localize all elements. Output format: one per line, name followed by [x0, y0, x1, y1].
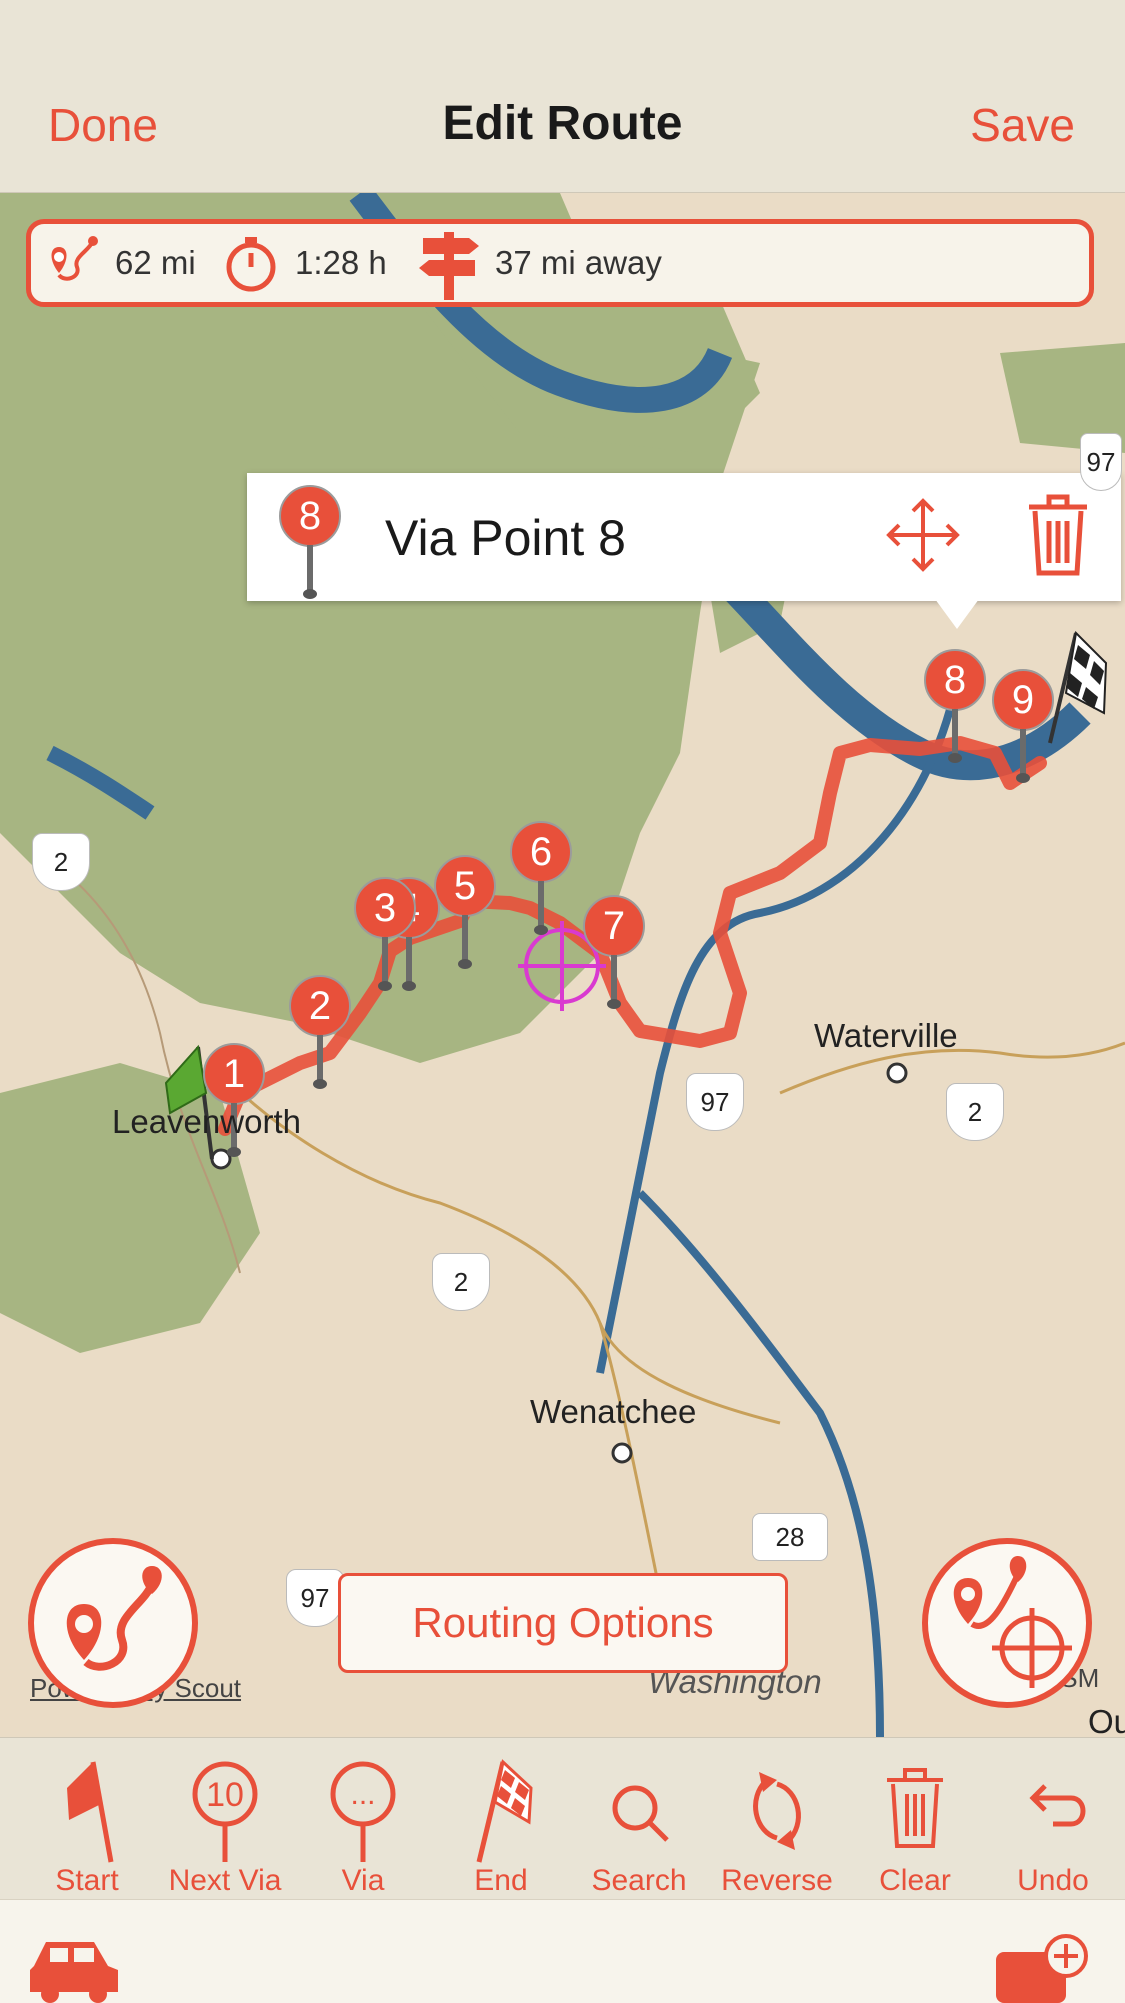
bottom-tab-bar: [0, 1899, 1125, 2003]
undo-tool-button[interactable]: Undo: [988, 1738, 1118, 1900]
distance-stat: 62 mi: [45, 224, 196, 302]
add-photo-icon[interactable]: [990, 1926, 1090, 2003]
search-tool-button[interactable]: Search: [574, 1738, 704, 1900]
via-point-label: Via Point 8: [385, 510, 626, 566]
duration-value: 1:28 h: [295, 244, 387, 281]
via-pin-5[interactable]: 5: [434, 855, 496, 975]
label-waterville: Waterville: [814, 1017, 958, 1054]
car-icon[interactable]: [24, 1926, 124, 2003]
move-icon[interactable]: [883, 495, 963, 575]
us-route-2-shield: 2: [32, 833, 90, 891]
route-crosshair-icon: [953, 1556, 1072, 1688]
label-leavenworth: Leavenworth: [112, 1103, 301, 1140]
map-view[interactable]: 62 mi 1:28 h 37 mi away 8 Via Point 8 1 …: [0, 193, 1125, 1737]
route-stats-bar: 62 mi 1:28 h 37 mi away: [26, 219, 1094, 307]
via-pin-7[interactable]: 7: [583, 895, 645, 1015]
via-pin-8[interactable]: 8: [924, 649, 986, 769]
routing-options-button[interactable]: Routing Options: [338, 1573, 788, 1673]
label-wenatchee: Wenatchee: [530, 1393, 697, 1430]
away-stat: 37 mi away: [417, 224, 662, 302]
us-route-97-shield: 97: [686, 1073, 744, 1131]
label-edge-town: Ou: [1088, 1703, 1125, 1737]
reverse-arrows-icon: [753, 1772, 801, 1850]
trash-icon: [887, 1768, 943, 1848]
next-via-pin-icon: 10: [192, 1761, 258, 1862]
away-value: 37 mi away: [495, 244, 662, 281]
navigation-bar: Done Edit Route Save: [0, 0, 1125, 193]
svg-text:...: ...: [350, 1778, 375, 1811]
callout-pin: 8: [279, 485, 341, 605]
next-via-tool-button[interactable]: 10 Next Via: [160, 1738, 290, 1900]
trash-icon[interactable]: [1025, 493, 1091, 577]
stopwatch-icon: [226, 237, 276, 292]
search-icon: [612, 1785, 669, 1842]
distance-value: 62 mi: [115, 244, 196, 281]
route-distance-icon: [51, 236, 98, 281]
svg-text:10: 10: [206, 1776, 244, 1814]
start-tool-button[interactable]: Start: [22, 1738, 152, 1900]
via-pin-6[interactable]: 6: [510, 821, 572, 941]
us-route-97-shield: 97: [286, 1569, 344, 1627]
save-button[interactable]: Save: [970, 98, 1075, 152]
route-icon: [66, 1566, 162, 1671]
via-pin-icon: ...: [330, 1761, 396, 1862]
checkered-flag-icon: [476, 1759, 533, 1863]
route-overview-button[interactable]: [28, 1538, 198, 1708]
reverse-tool-button[interactable]: Reverse: [712, 1738, 842, 1900]
page-title: Edit Route: [442, 97, 683, 150]
add-via-at-crosshair-button[interactable]: [922, 1538, 1092, 1708]
map-base: [0, 193, 1125, 1737]
end-tool-button[interactable]: End: [436, 1738, 566, 1900]
duration-stat: 1:28 h: [221, 224, 387, 302]
via-pin-2[interactable]: 2: [289, 975, 351, 1095]
us-route-2-shield: 2: [432, 1253, 490, 1311]
signpost-icon: [419, 232, 479, 300]
us-route-97-shield: 97: [1080, 433, 1122, 491]
start-flag-icon: [67, 1761, 114, 1863]
clear-tool-button[interactable]: Clear: [850, 1738, 980, 1900]
via-pin-9[interactable]: 9: [992, 669, 1054, 789]
state-route-28-shield: 28: [752, 1513, 828, 1561]
via-pin-3[interactable]: 3: [354, 877, 416, 997]
via-point-callout[interactable]: 8 Via Point 8: [247, 473, 1121, 629]
us-route-2-shield: 2: [946, 1083, 1004, 1141]
route-toolbar: Start 10 Next Via ... Via End Search Rev…: [0, 1737, 1125, 1900]
undo-arrow-icon: [1029, 1784, 1086, 1827]
via-tool-button[interactable]: ... Via: [298, 1738, 428, 1900]
